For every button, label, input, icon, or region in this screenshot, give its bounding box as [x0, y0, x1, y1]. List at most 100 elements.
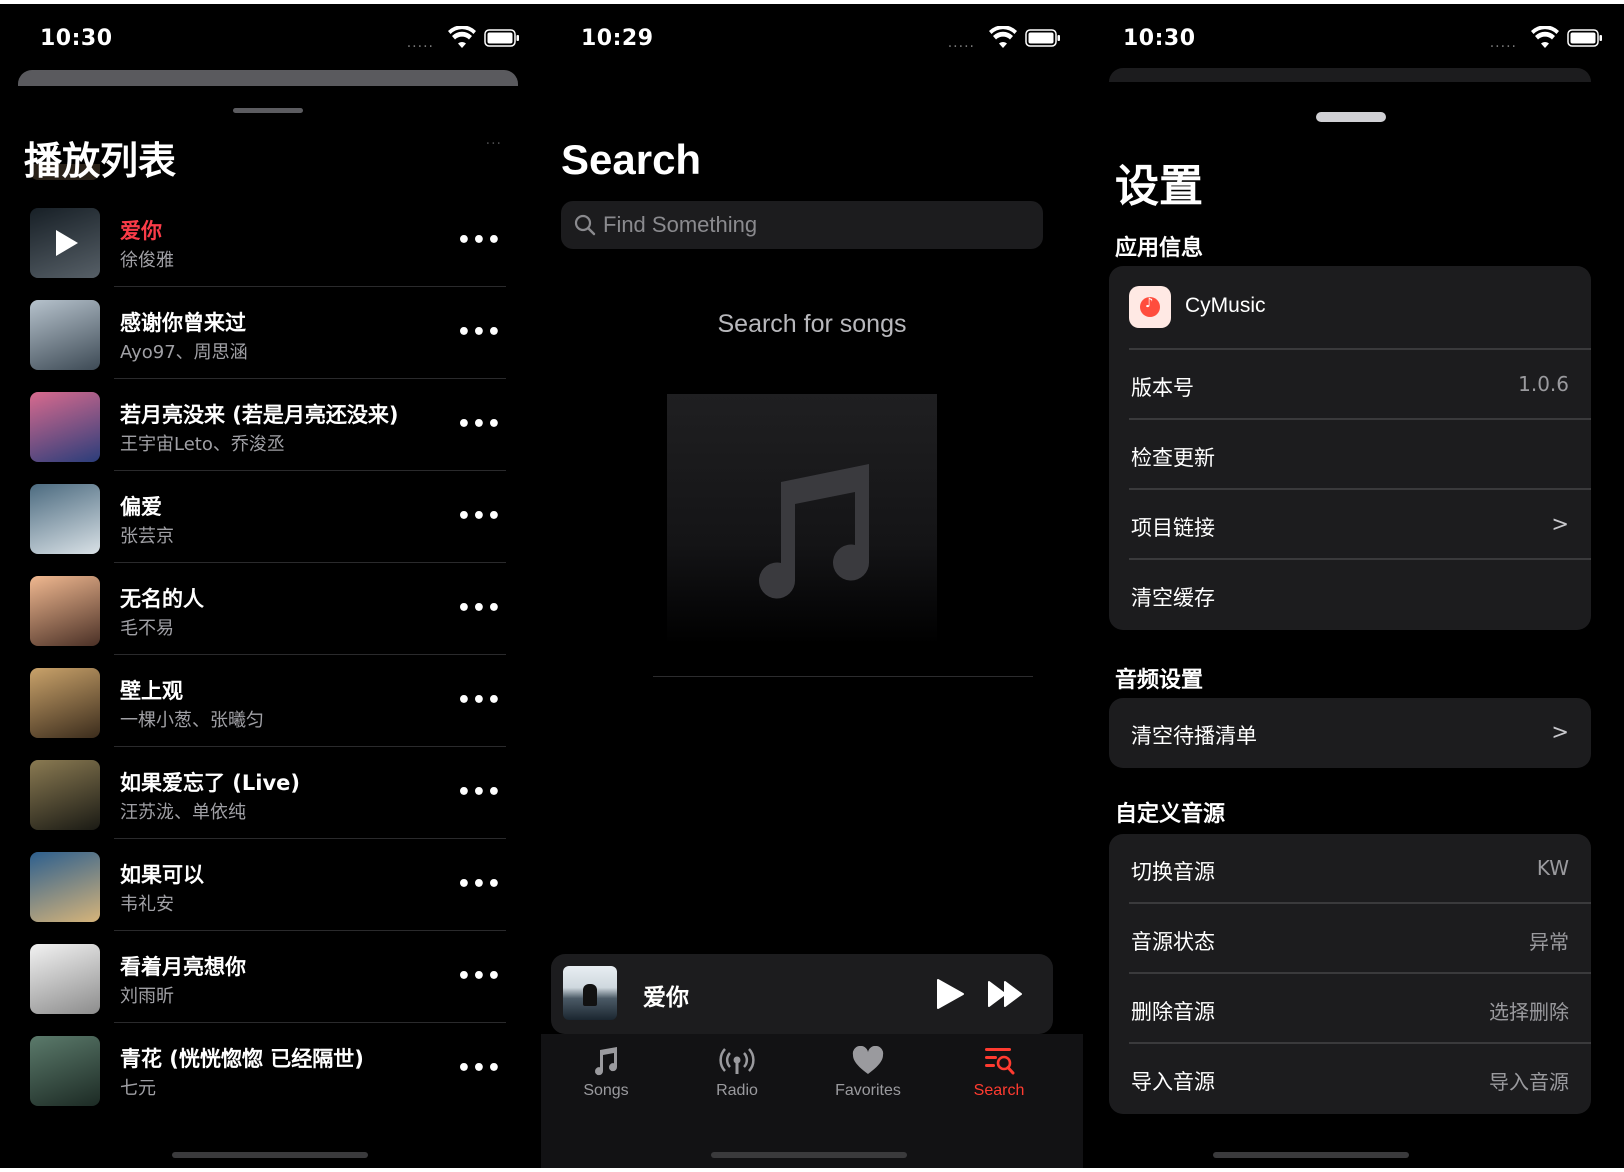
row-clear-cache[interactable]: 清空缓存	[1109, 560, 1591, 630]
battery-icon	[1567, 29, 1602, 47]
song-title: 看着月亮想你	[120, 955, 246, 979]
wifi-icon	[448, 26, 476, 48]
section-header-custom-source: 自定义音源	[1115, 802, 1226, 827]
song-artist: 韦礼安	[120, 894, 174, 915]
search-list-icon	[985, 1048, 1015, 1075]
signal-dots: .....	[1489, 35, 1517, 51]
song-title: 青花 (恍恍惚惚 已经隔世)	[120, 1047, 364, 1071]
row-source-status: 音源状态 异常	[1109, 904, 1591, 974]
page-title: Search	[561, 136, 702, 183]
tab-label: Radio	[716, 1082, 758, 1099]
more-options-icon[interactable]: •••	[457, 320, 502, 345]
row-project-link[interactable]: 项目链接 >	[1109, 490, 1591, 560]
row-delete-source[interactable]: 删除音源 选择删除	[1109, 974, 1591, 1044]
divider	[114, 1022, 506, 1023]
playlist-item[interactable]: 偏爱 张芸京 •••	[0, 478, 542, 570]
section-header-app-info: 应用信息	[1115, 236, 1204, 261]
song-title: 如果爱忘了 (Live)	[120, 771, 301, 795]
song-title: 无名的人	[120, 587, 204, 611]
row-label: 导入音源	[1131, 1070, 1215, 1094]
tab-radio[interactable]: Radio	[682, 1046, 792, 1100]
more-options-icon[interactable]: •••	[457, 780, 502, 805]
playlist-item[interactable]: 感谢你曾来过 Ayo97、周思涵 •••	[0, 294, 542, 386]
playlist-item[interactable]: 壁上观一棵小葱、张曦匀 •••	[0, 662, 542, 754]
custom-source-group: 切换音源 KW 音源状态 异常 删除音源 选择删除 导入音源 导入音源	[1109, 834, 1591, 1114]
play-icon[interactable]	[935, 978, 965, 1010]
row-label: 清空缓存	[1131, 586, 1215, 610]
song-artist: 王宇宙Leto、乔浚丞	[120, 434, 285, 455]
music-note-icon	[595, 1047, 618, 1076]
heart-icon	[852, 1046, 884, 1074]
playlist: 爱你 徐俊雅 ••• 感谢你曾来过 Ayo97、周思涵 ••• 若月亮没来 (若是月亮还没来…	[0, 202, 542, 1122]
row-label: 版本号	[1131, 376, 1194, 400]
song-title: 壁上观	[120, 679, 183, 703]
search-input[interactable]	[603, 201, 1023, 249]
fast-forward-icon[interactable]	[987, 980, 1023, 1008]
chevron-right-icon: >	[1551, 720, 1569, 744]
tab-search[interactable]: Search	[944, 1046, 1054, 1100]
home-indicator	[172, 1152, 368, 1158]
battery-icon	[1025, 29, 1060, 47]
row-value: KW	[1536, 856, 1569, 880]
more-options-icon[interactable]: •••	[457, 872, 502, 897]
album-cover	[30, 944, 100, 1014]
settings-screen: 10:30 ..... 设置 应用信息 CyMusic 版本号 1.0.6 检查…	[1083, 4, 1624, 1168]
mini-player[interactable]: 爱你	[551, 954, 1053, 1034]
row-label: 音源状态	[1131, 930, 1215, 954]
album-cover	[30, 852, 100, 922]
song-title: 感谢你曾来过	[120, 311, 246, 335]
more-options-icon[interactable]: •••	[457, 596, 502, 621]
playlist-item[interactable]: 如果爱忘了 (Live) 汪苏泷、单依纯 •••	[0, 754, 542, 846]
radio-icon	[719, 1048, 755, 1074]
song-artist: 刘雨昕	[120, 986, 174, 1007]
app-logo-icon	[1129, 286, 1171, 328]
row-clear-queue[interactable]: 清空待播清单 >	[1109, 698, 1591, 768]
divider	[114, 930, 506, 931]
divider	[114, 562, 506, 563]
row-value: 选择删除	[1489, 1000, 1569, 1024]
row-check-update[interactable]: 检查更新	[1109, 420, 1591, 490]
more-options-icon[interactable]: •••	[457, 688, 502, 713]
album-cover	[30, 1036, 100, 1106]
audio-group: 清空待播清单 >	[1109, 698, 1591, 768]
search-bar[interactable]	[561, 201, 1043, 249]
divider	[114, 654, 506, 655]
sheet-grabber[interactable]	[1316, 112, 1386, 122]
playlist-item[interactable]: 爱你 徐俊雅 •••	[0, 202, 542, 294]
playlist-item[interactable]: 若月亮没来 (若是月亮还没来) 王宇宙Leto、乔浚丞 •••	[0, 386, 542, 478]
row-import-source[interactable]: 导入音源 导入音源	[1109, 1044, 1591, 1114]
song-artist: 毛不易	[120, 618, 174, 639]
playlist-item[interactable]: 青花 (恍恍惚惚 已经隔世) 七元 •••	[0, 1030, 542, 1122]
section-header-audio: 音频设置	[1115, 668, 1204, 693]
placeholder-artwork	[667, 394, 937, 644]
song-artist: 一棵小葱、张曦匀	[120, 710, 264, 731]
status-time: 10:29	[581, 26, 654, 51]
tab-songs[interactable]: Songs	[551, 1046, 661, 1100]
row-label: 项目链接	[1131, 516, 1215, 540]
playlist-item[interactable]: 无名的人毛不易 •••	[0, 570, 542, 662]
app-name: CyMusic	[1185, 294, 1266, 317]
row-value: 异常	[1529, 930, 1569, 954]
song-title: 偏爱	[120, 495, 162, 519]
row-value: 导入音源	[1489, 1070, 1569, 1094]
divider	[653, 676, 1033, 677]
playlist-item[interactable]: 看着月亮想你 刘雨昕 •••	[0, 938, 542, 1030]
song-title: 爱你	[120, 219, 162, 243]
tab-favorites[interactable]: Favorites	[813, 1046, 923, 1100]
divider	[114, 746, 506, 747]
playlist-item[interactable]: 如果可以 韦礼安 •••	[0, 846, 542, 938]
row-version: 版本号 1.0.6	[1109, 350, 1591, 420]
more-options-icon[interactable]: •••	[457, 228, 502, 253]
sheet-grabber[interactable]	[233, 108, 303, 113]
row-switch-source[interactable]: 切换音源 KW	[1109, 834, 1591, 904]
app-row: CyMusic	[1109, 266, 1591, 350]
song-title: 若月亮没来 (若是月亮还没来)	[120, 403, 399, 427]
more-options-icon[interactable]: •••	[457, 964, 502, 989]
divider	[114, 838, 506, 839]
more-options-icon[interactable]: •••	[457, 412, 502, 437]
status-time: 10:30	[1123, 26, 1196, 51]
more-options-icon[interactable]: •••	[457, 504, 502, 529]
more-options-icon[interactable]: •••	[457, 1056, 502, 1081]
wifi-icon	[1531, 26, 1559, 48]
signal-dots: .....	[947, 35, 975, 51]
